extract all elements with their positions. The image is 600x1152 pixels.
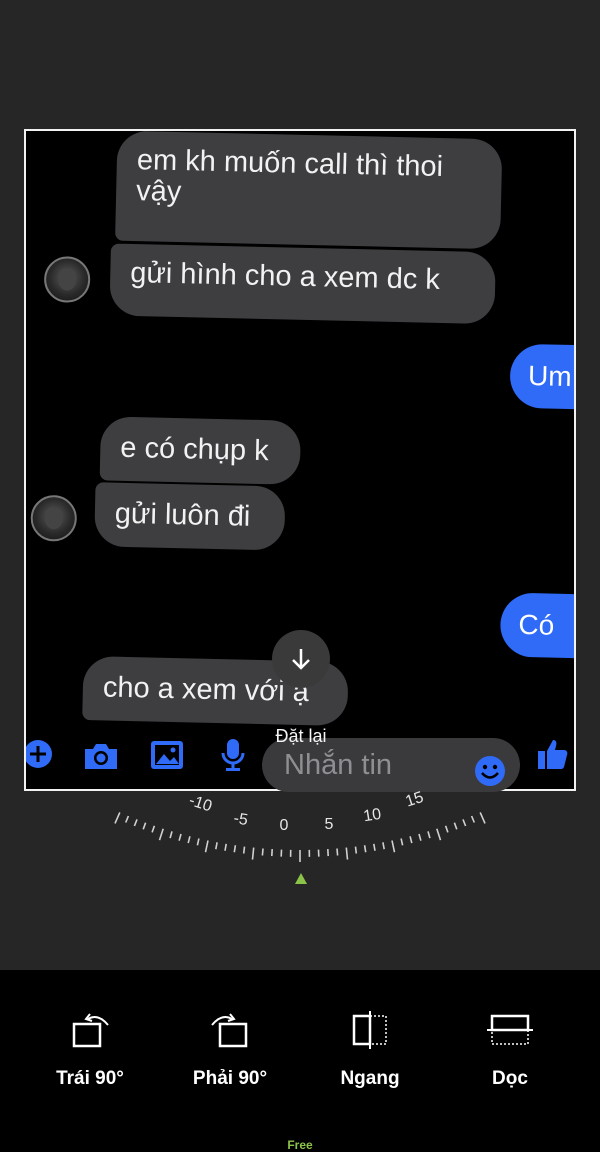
rotate-left-button[interactable]: Trái 90° — [20, 1010, 160, 1090]
dial-tick-mark — [336, 848, 339, 856]
flip-vertical-icon — [487, 1014, 533, 1045]
message-text: gửi luôn đi — [114, 497, 251, 533]
dial-tick-mark — [444, 825, 449, 833]
dial-tick-label: 15 — [404, 789, 426, 811]
dial-tick-mark — [124, 815, 130, 823]
thumbs-up-icon — [538, 740, 568, 769]
editor-canvas: em kh muốn call thì thoi vậy gửi hình ch… — [0, 0, 600, 970]
sent-message-bubble: Có — [499, 592, 574, 659]
rotate-right-label: Phải 90° — [192, 1068, 268, 1089]
dial-tick-mark — [114, 812, 121, 824]
dial-tick-mark — [151, 825, 156, 833]
dial-tick-mark — [382, 842, 385, 850]
dial-tick-mark — [453, 822, 458, 830]
dial-tick-mark — [196, 838, 200, 846]
dial-tick-mark — [242, 846, 246, 854]
arrow-down-icon — [292, 649, 310, 670]
plus-icon — [26, 740, 52, 768]
dial-tick-mark — [187, 836, 191, 844]
dial-tick-mark — [345, 847, 349, 860]
transform-toolbar: Trái 90° Phải 90° Ngang Dọc Free — [0, 970, 600, 1152]
rotate-left-label: Trái 90° — [56, 1068, 124, 1089]
dial-tick-label: 10 — [362, 806, 382, 826]
dial-tick-mark — [204, 840, 209, 853]
dial-tick-mark — [418, 833, 422, 841]
flip-horizontal-label: Ngang — [340, 1068, 400, 1089]
dial-tick-mark — [479, 812, 486, 824]
dial-tick-mark — [133, 819, 138, 827]
message-text: Có — [518, 608, 555, 641]
dial-tick-label: 0 — [280, 817, 289, 834]
flip-horizontal-button[interactable]: Ngang — [300, 1010, 440, 1090]
message-bubble: e có chụp k — [99, 416, 302, 485]
dial-tick-label: -10 — [187, 792, 214, 815]
screenshot-photo: em kh muốn call thì thoi vậy gửi hình ch… — [26, 131, 574, 789]
dial-tick-mark — [261, 848, 264, 856]
dial-tick-mark — [142, 822, 147, 830]
rotation-dial-labels: -10 -5 0 5 10 15 — [187, 789, 426, 834]
crop-frame[interactable]: em kh muốn call thì thoi vậy gửi hình ch… — [24, 129, 576, 791]
rotate-right-icon — [211, 1013, 248, 1048]
dial-tick-mark — [178, 833, 182, 841]
message-text: e có chụp k — [120, 431, 270, 468]
dial-tick-mark — [251, 847, 255, 860]
microphone-icon — [221, 739, 245, 771]
rotation-dial-ticks — [114, 812, 486, 862]
dial-tick-mark — [363, 845, 367, 853]
dial-tick-mark — [462, 819, 467, 827]
dial-tick-mark — [373, 843, 376, 851]
dial-tick-mark — [436, 828, 442, 841]
dial-tick-mark — [224, 843, 227, 851]
rotate-left-icon — [72, 1013, 109, 1048]
dial-tick-mark — [400, 838, 404, 846]
contact-avatar — [30, 494, 78, 542]
dial-tick-mark — [354, 846, 358, 854]
flip-vertical-button[interactable]: Dọc — [440, 1010, 580, 1090]
dial-tick-label: 5 — [325, 816, 334, 833]
message-bubble: gửi hình cho a xem dc k — [109, 243, 496, 325]
message-text: gửi hình cho a xem dc k — [129, 256, 441, 296]
dial-tick-mark — [391, 840, 396, 853]
message-bubble: em kh muốn call thì thoi vậy — [115, 131, 503, 250]
scroll-down-button — [272, 630, 330, 688]
rotate-right-button[interactable]: Phải 90° — [160, 1010, 300, 1090]
flip-vertical-label: Dọc — [492, 1068, 528, 1089]
free-label: Free — [287, 1138, 313, 1152]
flip-horizontal-icon — [352, 1011, 387, 1049]
rotation-pointer-icon — [295, 873, 307, 884]
dial-tick-mark — [427, 831, 431, 839]
camera-icon — [85, 744, 117, 769]
sent-message-bubble: Um — [509, 343, 574, 410]
image-icon — [151, 741, 183, 769]
dial-tick-mark — [215, 842, 218, 850]
dial-tick-label: -5 — [232, 810, 249, 829]
reset-button[interactable]: Đặt lại — [272, 726, 330, 747]
message-bubble: gửi luôn đi — [94, 482, 286, 551]
message-text: Um — [527, 360, 572, 392]
contact-avatar — [43, 256, 91, 304]
dial-tick-mark — [409, 836, 413, 844]
dial-tick-mark — [233, 845, 237, 853]
message-input-placeholder: Nhắn tin — [284, 749, 393, 781]
dial-tick-mark — [158, 828, 164, 841]
dial-tick-mark — [169, 831, 173, 839]
dial-tick-mark — [470, 815, 476, 823]
